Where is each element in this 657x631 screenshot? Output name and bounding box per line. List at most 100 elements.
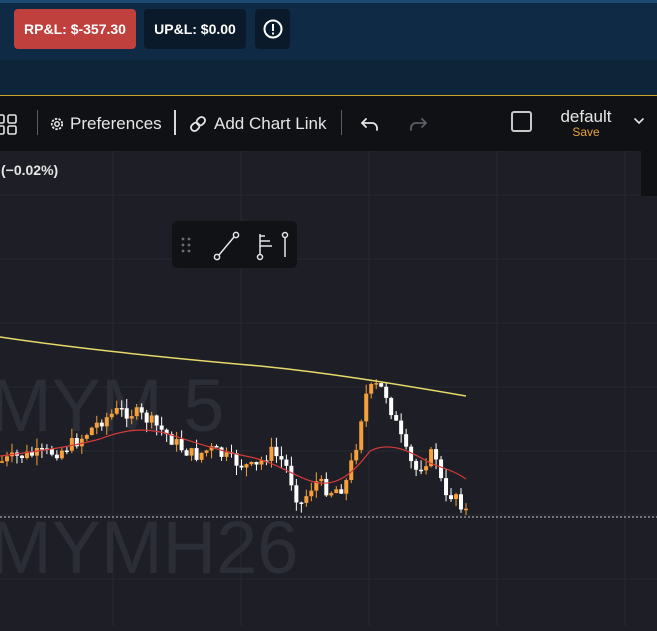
preferences-button[interactable]: Preferences	[49, 96, 162, 151]
candle-body	[204, 450, 209, 453]
candle-body	[39, 448, 44, 450]
candle-body	[199, 452, 204, 460]
candle-body	[94, 422, 99, 428]
candle-body	[404, 434, 409, 447]
layout-dropdown-button[interactable]	[632, 114, 646, 132]
toolbar-divider	[341, 110, 342, 135]
candle-body	[379, 383, 384, 387]
candle-body	[99, 422, 104, 427]
candle-body	[434, 449, 439, 460]
candle-body	[189, 448, 194, 456]
candle-body	[159, 425, 164, 430]
candle-body	[19, 455, 24, 459]
candle-body	[154, 415, 159, 426]
candle-body	[444, 478, 449, 496]
candle-body	[249, 461, 254, 465]
candle-body	[309, 490, 314, 497]
candle-body	[4, 456, 9, 462]
trend-line-icon[interactable]	[213, 231, 240, 261]
candle-body	[0, 461, 4, 463]
candle-body	[179, 439, 184, 451]
candle-body	[269, 446, 274, 461]
candle-body	[414, 461, 419, 470]
candle-body	[64, 450, 69, 453]
candle-body	[144, 412, 149, 423]
layout-grid-button[interactable]	[0, 96, 20, 151]
candle-body	[294, 485, 299, 503]
candle-body	[149, 415, 154, 423]
candle-body	[304, 496, 309, 503]
candle-body	[54, 454, 59, 459]
grid-icon	[0, 113, 17, 135]
candle-body	[254, 461, 259, 465]
contract-watermark: MYMH26	[0, 506, 298, 589]
unrealized-pnl-badge[interactable]: UP&L: $0.00	[144, 9, 246, 49]
link-icon	[190, 115, 206, 132]
drag-handle-icon[interactable]	[181, 237, 191, 253]
candle-body	[174, 439, 179, 445]
alert-button[interactable]	[255, 9, 290, 49]
preferences-label: Preferences	[70, 113, 162, 133]
candle-body	[239, 465, 244, 468]
undo-button[interactable]	[359, 96, 381, 151]
chart-canvas[interactable]: MYM 5 MYMH26	[0, 151, 657, 626]
layout-checkbox[interactable]	[511, 111, 532, 132]
candle-body	[439, 459, 444, 479]
undo-icon	[361, 117, 378, 131]
add-chart-link-label: Add Chart Link	[214, 113, 327, 133]
candle-body	[119, 408, 124, 410]
right-panel-tab[interactable]	[641, 151, 657, 196]
toolbar-divider	[37, 110, 38, 135]
candle-body	[279, 456, 284, 460]
layout-save-link[interactable]: Save	[546, 125, 626, 139]
alert-icon	[263, 19, 282, 39]
candle-body	[449, 495, 454, 500]
vertical-line-icon[interactable]	[281, 231, 289, 258]
candle-body	[364, 393, 369, 422]
candle-body	[384, 386, 389, 398]
candle-body	[139, 407, 144, 413]
candle-body	[419, 469, 424, 472]
candle-body	[339, 489, 344, 494]
gear-icon	[50, 117, 64, 130]
candle-body	[234, 453, 239, 466]
secondary-bar	[0, 60, 657, 96]
candle-body	[104, 417, 109, 427]
candle-body	[394, 415, 399, 421]
fib-tool-icon[interactable]	[256, 234, 273, 261]
candle-body	[184, 450, 189, 456]
candle-body	[399, 420, 404, 435]
candle-body	[464, 508, 468, 511]
candle-body	[219, 447, 224, 457]
realized-pnl-badge[interactable]: RP&L: $-357.30	[14, 9, 136, 49]
drawing-toolbar	[172, 221, 297, 268]
candle-body	[134, 407, 139, 417]
candle-body	[114, 408, 119, 414]
candle-body	[319, 478, 324, 482]
top-accent-line	[0, 0, 657, 3]
candle-body	[89, 427, 94, 436]
candle-body	[124, 408, 129, 419]
candle-body	[389, 397, 394, 416]
candle-body	[289, 465, 294, 486]
candle-body	[329, 493, 334, 496]
candle-body	[299, 502, 304, 504]
candle-body	[224, 452, 229, 457]
candle-body	[244, 464, 249, 468]
redo-button[interactable]	[407, 96, 429, 151]
candle-body	[324, 478, 329, 496]
candle-body	[454, 494, 459, 500]
candle-body	[214, 446, 219, 448]
candle-body	[274, 446, 279, 457]
price-chart[interactable]: MYM 5 MYMH26	[0, 151, 657, 626]
candle-body	[284, 459, 289, 466]
candle-body	[69, 438, 74, 451]
candle-body	[344, 480, 349, 494]
add-chart-link-button[interactable]: Add Chart Link	[188, 96, 326, 151]
candle-body	[194, 448, 199, 460]
candle-body	[84, 435, 89, 439]
candle-body	[109, 413, 114, 418]
candle-body	[459, 494, 464, 510]
candle-body	[369, 383, 374, 394]
layout-name[interactable]: default	[546, 107, 626, 127]
